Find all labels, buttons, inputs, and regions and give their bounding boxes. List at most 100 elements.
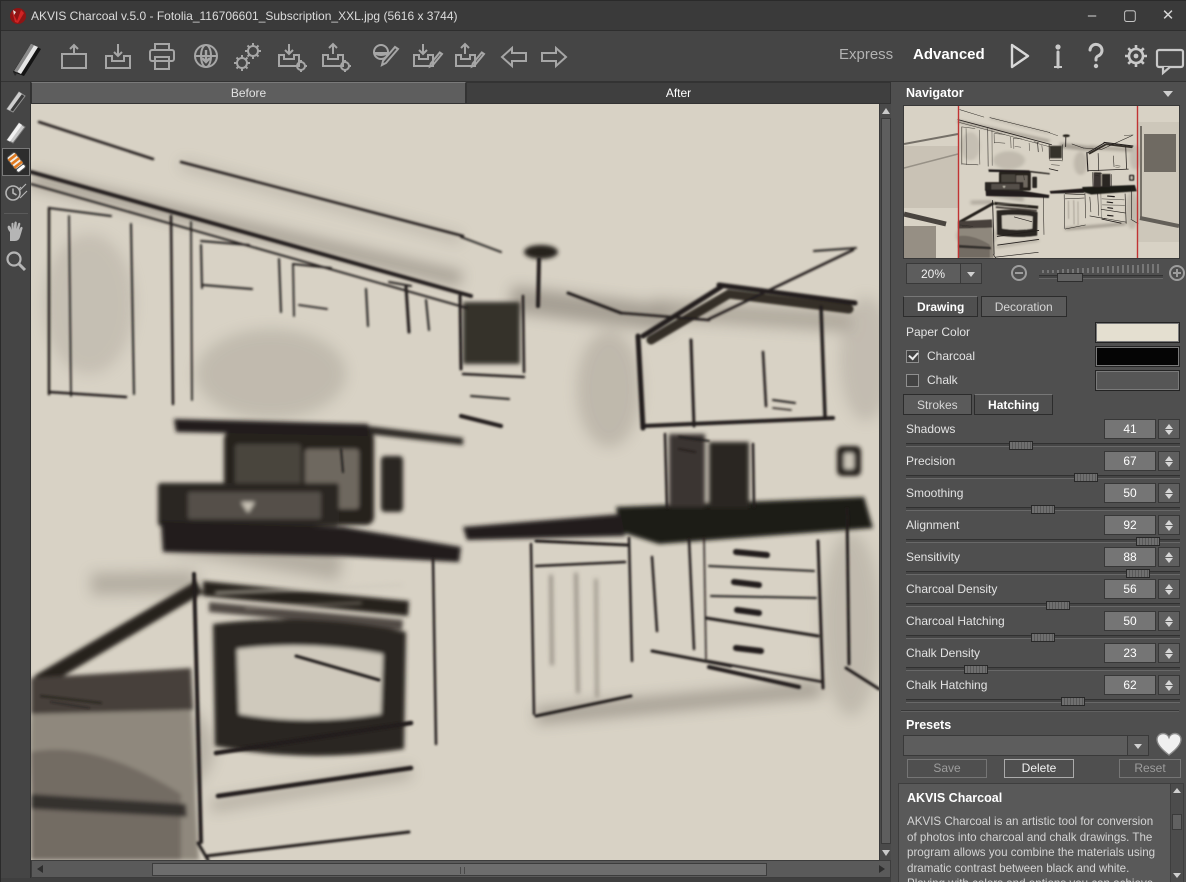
zoom-slider-handle[interactable]: [1057, 273, 1083, 282]
slider-spinner[interactable]: [1158, 451, 1180, 471]
info-scroll-thumb[interactable]: [1172, 814, 1182, 830]
slider-track[interactable]: [906, 475, 1180, 479]
scroll-right-arrow[interactable]: [879, 865, 885, 873]
save-image-icon[interactable]: [101, 40, 135, 74]
info-scroll-down-arrow[interactable]: [1173, 873, 1181, 878]
slider-value-input[interactable]: 92: [1104, 515, 1156, 535]
undo-icon[interactable]: [497, 40, 531, 74]
slider-handle[interactable]: [1136, 537, 1160, 546]
slider-handle[interactable]: [1009, 441, 1033, 450]
chalk-checkbox[interactable]: [906, 374, 919, 387]
zoom-slider-track[interactable]: [1039, 275, 1163, 279]
slider-track[interactable]: [906, 443, 1180, 447]
slider-track[interactable]: [906, 635, 1180, 639]
zoom-tool-icon[interactable]: [3, 248, 29, 274]
export-presets-icon[interactable]: [319, 40, 353, 74]
slider-spinner[interactable]: [1158, 547, 1180, 567]
tab-after[interactable]: After: [466, 82, 891, 104]
mode-advanced[interactable]: Advanced: [913, 46, 985, 63]
info-scrollbar[interactable]: [1170, 784, 1183, 882]
maximize-button[interactable]: ▢: [1111, 1, 1149, 31]
slider-track[interactable]: [906, 667, 1180, 671]
slider-handle[interactable]: [1061, 697, 1085, 706]
vertical-scrollbar[interactable]: [879, 104, 891, 860]
mode-express[interactable]: Express: [839, 46, 893, 63]
slider-value-input[interactable]: 23: [1104, 643, 1156, 663]
slider-track[interactable]: [906, 603, 1180, 607]
scroll-down-arrow[interactable]: [882, 850, 890, 856]
redo-icon[interactable]: [537, 40, 571, 74]
slider-spinner[interactable]: [1158, 419, 1180, 439]
navigator-thumbnail[interactable]: [903, 105, 1180, 259]
slider-spinner[interactable]: [1158, 643, 1180, 663]
slider-track[interactable]: [906, 507, 1180, 511]
favorite-heart-icon[interactable]: [1155, 731, 1183, 757]
preset-dropdown-arrow[interactable]: [1127, 736, 1148, 755]
preferences-icon[interactable]: [1119, 39, 1153, 73]
slider-handle[interactable]: [1074, 473, 1098, 482]
info-scroll-up-arrow[interactable]: [1173, 788, 1181, 793]
slider-handle[interactable]: [1126, 569, 1150, 578]
preset-select[interactable]: [903, 735, 1149, 756]
zoom-out-button[interactable]: [1011, 265, 1027, 281]
minimize-button[interactable]: –: [1073, 1, 1111, 31]
slider-spinner[interactable]: [1158, 675, 1180, 695]
slider-spinner[interactable]: [1158, 611, 1180, 631]
reset-preset-button[interactable]: Reset: [1119, 759, 1181, 778]
hand-tool-icon[interactable]: [3, 218, 29, 244]
zoom-dropdown-arrow[interactable]: [960, 264, 981, 283]
horizontal-scrollbar[interactable]: [31, 860, 891, 878]
tab-strokes[interactable]: Strokes: [903, 394, 972, 415]
open-image-icon[interactable]: [57, 40, 91, 74]
slider-handle[interactable]: [964, 665, 988, 674]
slider-spinner[interactable]: [1158, 579, 1180, 599]
horizontal-scroll-thumb[interactable]: [152, 863, 767, 876]
paper-color-swatch[interactable]: [1095, 322, 1180, 343]
share-image-icon[interactable]: [369, 40, 403, 74]
quick-preview-icon[interactable]: [3, 179, 29, 205]
import-from-web-icon[interactable]: [189, 40, 223, 74]
charcoal-checkbox[interactable]: [906, 350, 919, 363]
scroll-left-arrow[interactable]: [37, 865, 43, 873]
slider-value-input[interactable]: 67: [1104, 451, 1156, 471]
slider-track[interactable]: [906, 571, 1180, 575]
slider-value-input[interactable]: 50: [1104, 611, 1156, 631]
slider-handle[interactable]: [1046, 601, 1070, 610]
slider-spinner[interactable]: [1158, 515, 1180, 535]
vertical-scroll-thumb[interactable]: [881, 118, 891, 844]
slider-track[interactable]: [906, 699, 1180, 703]
close-button[interactable]: ✕: [1149, 1, 1186, 31]
slider-spinner[interactable]: [1158, 483, 1180, 503]
navigator-collapse-icon[interactable]: [1163, 91, 1173, 97]
save-preset-button[interactable]: Save: [907, 759, 987, 778]
charcoal-tool-icon[interactable]: [3, 88, 29, 114]
slider-value-input[interactable]: 56: [1104, 579, 1156, 599]
slider-value-input[interactable]: 41: [1104, 419, 1156, 439]
batch-processing-icon[interactable]: [231, 40, 265, 74]
slider-handle[interactable]: [1031, 633, 1055, 642]
tab-hatching[interactable]: Hatching: [974, 394, 1053, 415]
help-icon[interactable]: [1079, 39, 1113, 73]
charcoal-color-swatch[interactable]: [1095, 346, 1180, 367]
eraser-tool-icon[interactable]: [3, 149, 29, 175]
slider-value-input[interactable]: 50: [1104, 483, 1156, 503]
scroll-up-arrow[interactable]: [882, 108, 890, 114]
chalk-color-swatch[interactable]: [1095, 370, 1180, 391]
slider-value-input[interactable]: 88: [1104, 547, 1156, 567]
run-icon[interactable]: [1001, 39, 1035, 73]
export-project-icon[interactable]: [453, 40, 487, 74]
delete-preset-button[interactable]: Delete: [1004, 759, 1074, 778]
slider-value-input[interactable]: 62: [1104, 675, 1156, 695]
chalk-tool-icon[interactable]: [3, 119, 29, 145]
feedback-icon[interactable]: [1153, 43, 1186, 77]
about-icon[interactable]: [1041, 39, 1075, 73]
zoom-select[interactable]: 20%: [906, 263, 982, 284]
tab-decoration[interactable]: Decoration: [981, 296, 1067, 317]
zoom-in-button[interactable]: [1169, 265, 1185, 281]
slider-track[interactable]: [906, 539, 1180, 543]
print-icon[interactable]: [145, 40, 179, 74]
tab-drawing[interactable]: Drawing: [903, 296, 978, 317]
import-project-icon[interactable]: [411, 40, 445, 74]
tab-before[interactable]: Before: [31, 82, 466, 104]
image-canvas[interactable]: [31, 104, 879, 860]
